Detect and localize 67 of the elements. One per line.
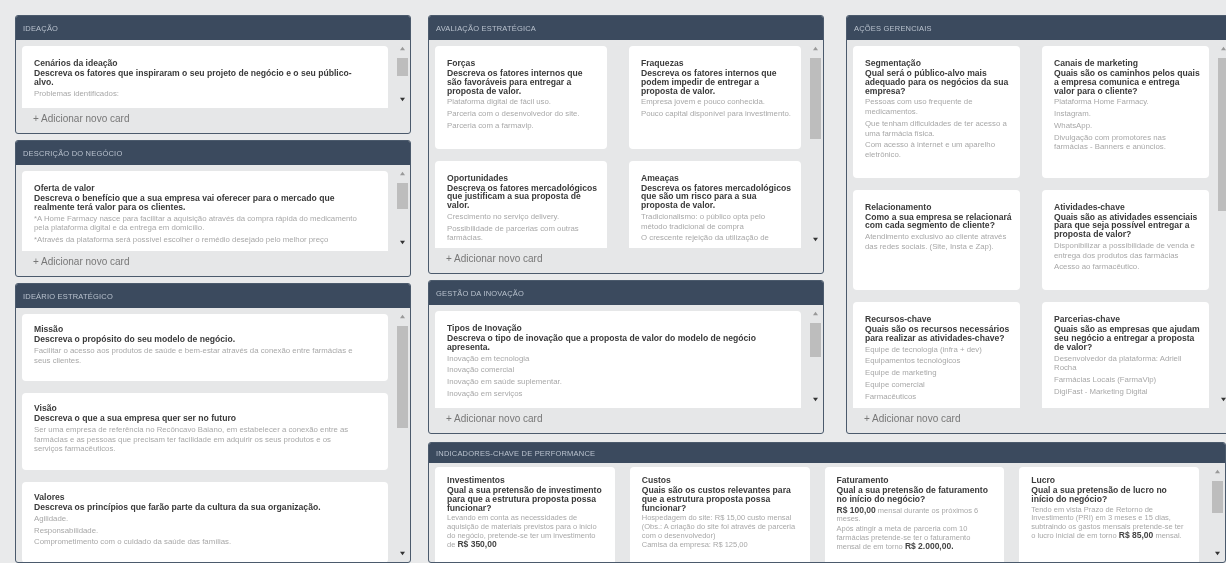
scrollbar-thumb[interactable]: [1212, 481, 1223, 513]
card-title: Custos: [641, 475, 672, 485]
scrollbar-thumb[interactable]: [397, 58, 408, 76]
add-card-button[interactable]: + Adicionar novo card: [16, 251, 410, 276]
card-question: Quais são as empresas que ajudam seu negócio a entregar a proposta de valor?: [1054, 325, 1201, 352]
scroll-down-icon[interactable]: [399, 240, 406, 245]
scrollbar-thumb[interactable]: [1218, 58, 1226, 211]
scroll-down-icon[interactable]: [399, 97, 406, 102]
scrollbar-thumb[interactable]: [810, 323, 821, 357]
card-question: Qual a sua pretensão de investimento para que a estrutura proposta possa funcionar?: [447, 486, 603, 513]
card-question: Descreva o benefício que a sua empresa vai oferecer para o mercado que realmente terá valor para os clientes.: [34, 194, 336, 212]
card-title: Relacionamento: [865, 201, 933, 212]
card-title: Parcerias-chave: [1054, 314, 1121, 325]
card-question: Descreva o que a sua empresa quer ser no futuro: [34, 414, 238, 423]
card[interactable]: [22, 171, 388, 251]
card-title: Segmentação: [865, 58, 922, 68]
add-card-button[interactable]: + Adicionar novo card: [16, 108, 410, 133]
card-question: Qual a sua pretensão de lucro no início do negócio?: [1031, 486, 1168, 504]
card-title: Canais de marketing: [1054, 58, 1140, 68]
card-question: Quais são as atividades essenciais para que seja possível entregar a proposta de valor?: [1054, 212, 1199, 239]
scroll-down-icon[interactable]: [812, 397, 819, 402]
card-question: Como a sua empresa se relacionará com cada segmento de cliente?: [865, 212, 1012, 231]
card-title: Missão: [34, 324, 65, 334]
card[interactable]: [435, 467, 615, 562]
scrollbar-thumb[interactable]: [810, 58, 821, 139]
scroll-down-icon[interactable]: [399, 551, 406, 556]
card-title: Faturamento: [836, 475, 890, 485]
card[interactable]: [1019, 467, 1199, 562]
card-question: Descreva os fatores que inspiraram o seu projeto de negócio e o seu público-alvo.: [34, 69, 353, 87]
card-question: Descreva os fatores internos que são favoráveis para entregar a proposta de valor.: [447, 69, 584, 96]
scroll-down-icon[interactable]: [812, 237, 819, 242]
card-question: Quais são os custos relevantes para que a estrutura proposta possa funcionar?: [641, 486, 792, 513]
card[interactable]: [629, 467, 810, 562]
card-title: Visão: [34, 403, 58, 414]
card-question: Descreva os fatores internos que podem impedir de entregar a proposta de valor.: [641, 69, 778, 96]
scroll-down-icon[interactable]: [1214, 551, 1221, 556]
card-question: Descreva o propósito do seu modelo de negócio.: [34, 335, 237, 344]
add-card-button[interactable]: + Adicionar novo card: [429, 408, 823, 433]
card-title: Fraquezas: [641, 58, 685, 68]
scrollbar-thumb[interactable]: [397, 183, 408, 210]
card-question: Quais são os recursos necessários para realizar as atividades-chave?: [865, 325, 1011, 343]
card-question: Descreva os fatores mercadológicos que são um risco para a sua proposta de valor.: [641, 183, 792, 210]
add-card-button[interactable]: + Adicionar novo card: [847, 408, 1226, 433]
card-title: Investimentos: [447, 475, 506, 485]
card[interactable]: [853, 46, 1020, 178]
card-title: Recursos-chave: [865, 314, 933, 325]
card-title: Lucro: [1031, 475, 1057, 485]
scrollbar-thumb[interactable]: [397, 326, 408, 428]
scroll-down-icon[interactable]: [1220, 397, 1226, 402]
card-title: Forças: [447, 58, 477, 68]
card-question: Descreva o tipo de inovação que a proposta de valor do modelo de negócio apresenta.: [447, 334, 757, 352]
card-title: Tipos de Inovação: [447, 323, 523, 333]
card-title: Atividades-chave: [1054, 201, 1126, 212]
card-question: Descreva os princípios que farão parte da cultura da sua organização.: [34, 503, 322, 512]
card-title: Oferta de valor: [34, 183, 96, 193]
card[interactable]: [824, 467, 1005, 562]
card-question: Descreva os fatores mercadológicos que justificam a sua proposta de valor.: [447, 183, 598, 210]
card-title: Oportunidades: [447, 172, 510, 183]
card[interactable]: [1042, 46, 1209, 178]
card-title: Valores: [34, 492, 66, 503]
card-title: Ameaças: [641, 172, 680, 183]
card-question: Quais são os caminhos pelos quais a empresa comunica e entrega valor para o cliente?: [1054, 69, 1201, 96]
card-question: Qual será o público-alvo mais adequado para os negócios da sua empresa?: [865, 69, 1010, 96]
add-card-button[interactable]: + Adicionar novo card: [429, 248, 823, 273]
card-title: Cenários da ideação: [34, 58, 119, 68]
card-question: Qual a sua pretensão de faturamento no início do negócio?: [836, 486, 989, 504]
card[interactable]: [1042, 189, 1209, 291]
